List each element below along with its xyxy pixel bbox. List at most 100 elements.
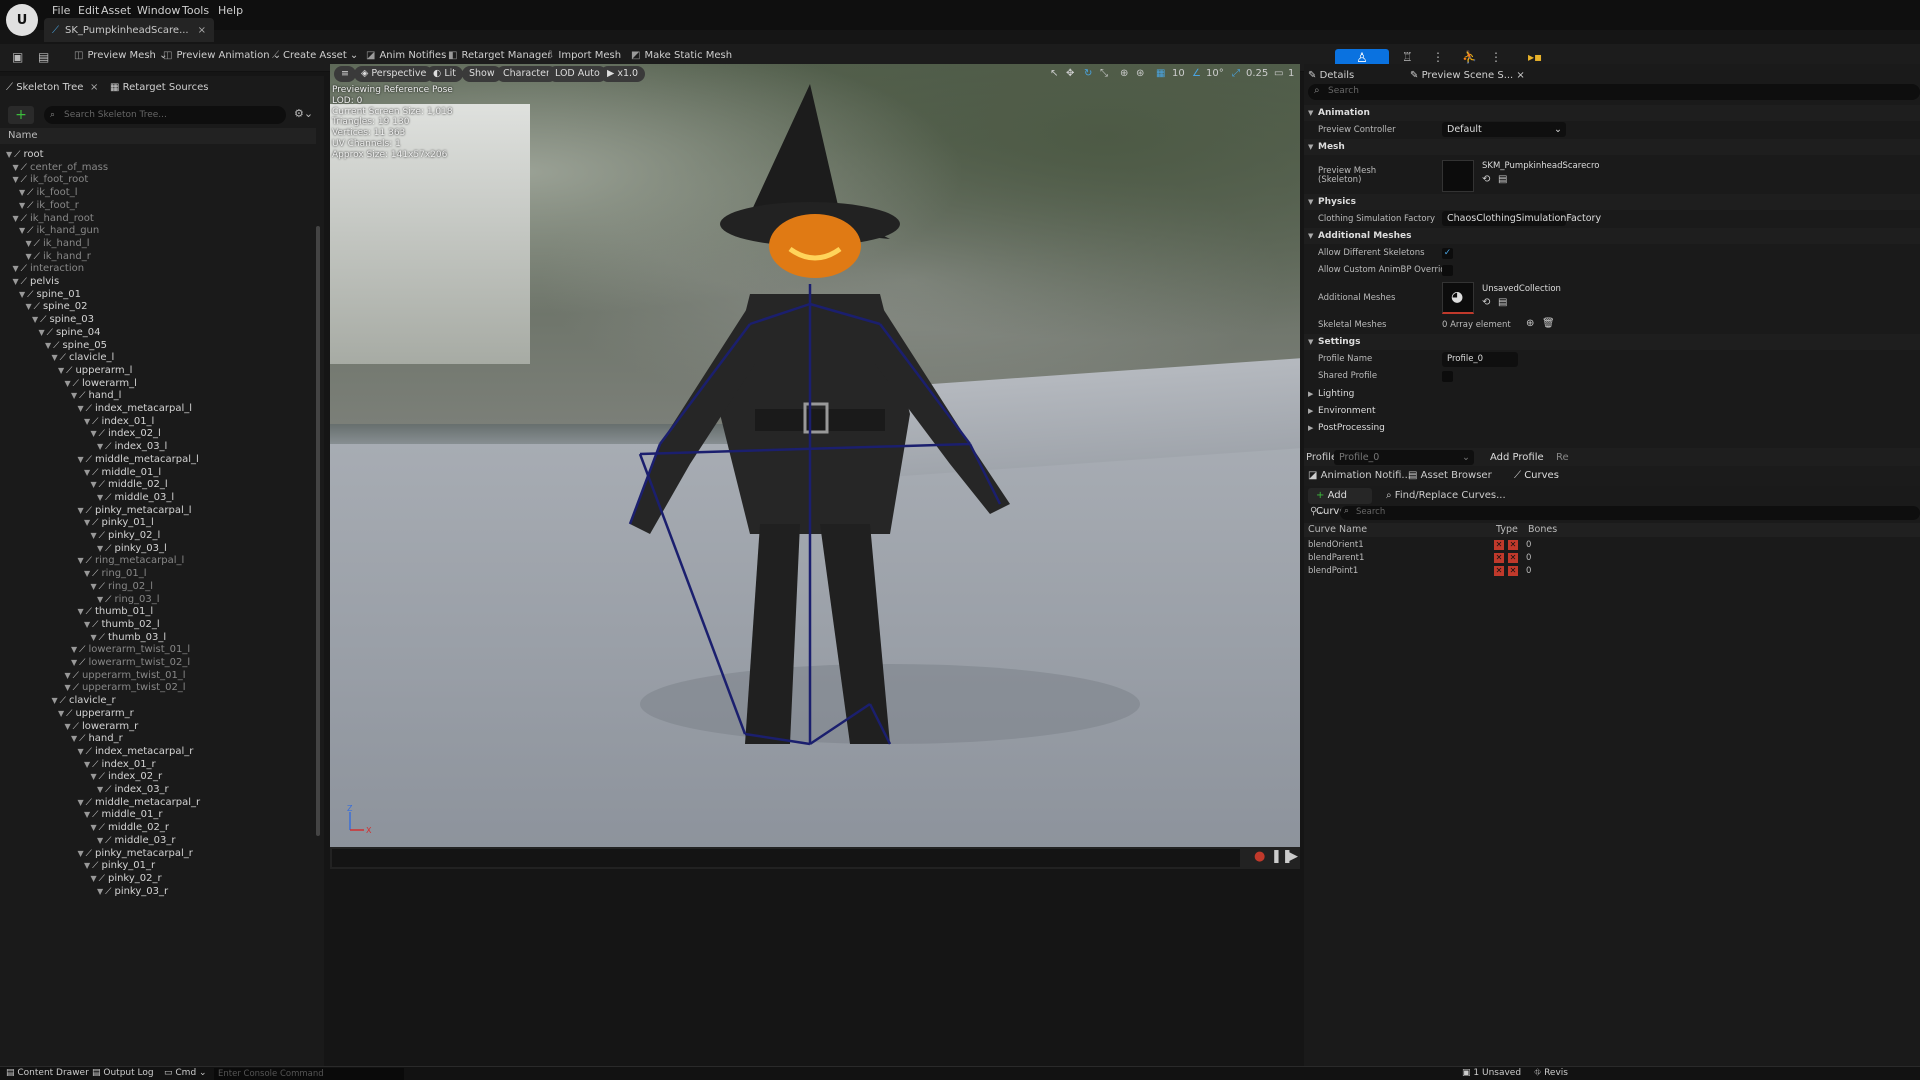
expand-arrow-icon[interactable]: ▼ [65,671,71,680]
expand-arrow-icon[interactable]: ▼ [13,175,19,184]
surface-snap-icon[interactable]: ⊛ [1136,68,1144,79]
browse-icon[interactable]: ▤ [38,50,49,64]
menu-tools[interactable]: Tools [182,4,209,17]
curve-row[interactable]: blendPoint1 ✕ ✕ 0 [1304,565,1920,578]
additional-meshes-thumbnail[interactable]: ◕ [1442,282,1474,314]
grid-value[interactable]: 10 [1172,68,1185,79]
allow-different-skeletons-checkbox[interactable]: ✓ [1442,248,1453,259]
expand-arrow-icon[interactable]: ▼ [84,861,90,870]
menu-file[interactable]: File [52,4,70,17]
expand-arrow-icon[interactable]: ▼ [13,264,19,273]
close-tab-icon[interactable]: × [198,25,206,36]
expand-arrow-icon[interactable]: ▼ [91,480,97,489]
output-log-button[interactable]: ▤ Output Log [92,1068,154,1078]
preview-viewport[interactable]: ≡ ◈ Perspective ◐ Lit Show Character LOD… [330,64,1300,847]
scale-value[interactable]: 0.25 [1246,68,1268,79]
expand-arrow-icon[interactable]: ▼ [71,645,77,654]
close-preview-scene-icon[interactable]: × [1516,70,1524,81]
rotate-icon[interactable]: ↻ [1084,68,1092,79]
section-mesh[interactable]: ▼ Mesh [1304,139,1920,155]
select-mode-icon[interactable]: ↖ [1050,68,1058,79]
perspective-button[interactable]: ◈ Perspective [354,66,434,82]
material-curve-icon[interactable]: ✕ [1508,566,1518,576]
skeleton-search-input[interactable]: ⌕ Search Skeleton Tree... [44,106,286,124]
camera-speed-icon[interactable]: ▭ [1274,68,1283,79]
expand-arrow-icon[interactable]: ▼ [58,366,64,375]
playback-speed-button[interactable]: ▶ x1.0 [600,66,646,82]
expand-arrow-icon[interactable]: ▼ [84,620,90,629]
settings-gear-icon[interactable]: ⚙⌄ [294,107,313,120]
expand-arrow-icon[interactable]: ▼ [78,747,84,756]
tree-scrollbar[interactable] [316,226,320,836]
expand-arrow-icon[interactable]: ▼ [97,887,103,896]
expand-arrow-icon[interactable]: ▼ [91,823,97,832]
expand-arrow-icon[interactable]: ▼ [65,683,71,692]
tab-retarget-sources[interactable]: ▦ Retarget Sources [110,82,208,93]
tab-curves[interactable]: ⟋ Curves [1514,470,1559,481]
expand-arrow-icon[interactable]: ▼ [84,810,90,819]
add-element-icon[interactable]: ⊕ [1526,318,1534,329]
expand-arrow-icon[interactable]: ▼ [97,442,103,451]
tab-preview-scene[interactable]: ✎ Preview Scene S... × [1410,70,1525,81]
expand-arrow-icon[interactable]: ▼ [65,379,71,388]
section-settings[interactable]: ▼ Settings [1304,334,1920,350]
allow-custom-animbp-checkbox[interactable] [1442,265,1453,276]
expand-arrow-icon[interactable]: ▼ [97,544,103,553]
expand-arrow-icon[interactable]: ▼ [13,277,19,286]
expand-arrow-icon[interactable]: ▼ [19,290,25,299]
tab-animation-notifies[interactable]: ◪ Animation Notifi... [1308,470,1411,481]
preview-animation-button[interactable]: ◫ Preview Animation ⌄ [163,50,281,61]
expand-arrow-icon[interactable]: ▼ [78,607,84,616]
delete-icon[interactable]: 🗑 [1542,318,1555,329]
anim-notifies-button[interactable]: ◪ Anim Notifies [366,50,446,61]
unsaved-indicator[interactable]: ▣ 1 Unsaved [1462,1068,1521,1078]
lod-button[interactable]: LOD Auto [548,66,607,82]
curve-row[interactable]: blendParent1 ✕ ✕ 0 [1304,552,1920,565]
expand-arrow-icon[interactable]: ▼ [19,226,25,235]
section-lighting[interactable]: ▶ Lighting [1304,386,1920,402]
tab-asset-browser[interactable]: ▤ Asset Browser [1408,470,1492,481]
close-skeleton-tree-icon[interactable]: × [90,82,98,93]
retarget-manager-button[interactable]: ◧ Retarget Manager [448,50,552,61]
expand-arrow-icon[interactable]: ▼ [84,468,90,477]
material-curve-icon[interactable]: ✕ [1508,553,1518,563]
expand-arrow-icon[interactable]: ▼ [65,722,71,731]
expand-arrow-icon[interactable]: ▼ [91,531,97,540]
expand-arrow-icon[interactable]: ▼ [6,150,12,159]
morph-target-icon[interactable]: ✕ [1494,553,1504,563]
expand-arrow-icon[interactable]: ▼ [13,214,19,223]
tab-skeleton-tree[interactable]: ⟋ Skeleton Tree [6,82,83,93]
use-selected-icon[interactable]: ⟲ [1482,174,1490,185]
expand-arrow-icon[interactable]: ▼ [78,404,84,413]
preview-controller-dropdown[interactable]: Default ⌄ [1442,122,1566,137]
bone-tree-row[interactable]: ▼ ⟋ pinky_03_r [97,884,168,900]
revision-control-button[interactable]: ⛗ Revis [1534,1068,1568,1078]
curve-name-header[interactable]: Curve Name [1308,524,1367,535]
expand-arrow-icon[interactable]: ▼ [45,341,51,350]
expand-arrow-icon[interactable]: ▼ [78,798,84,807]
step-forward-icon[interactable]: ▶ [1288,849,1298,864]
preview-mesh-value[interactable]: SKM_PumpkinheadScarecro [1482,161,1599,171]
expand-arrow-icon[interactable]: ▼ [32,315,38,324]
expand-arrow-icon[interactable]: ▼ [97,836,103,845]
lit-button[interactable]: ◐ Lit [426,66,463,82]
import-mesh-button[interactable]: ⇩ Import Mesh [546,50,621,61]
curve-row[interactable]: blendOrient1 ✕ ✕ 0 [1304,539,1920,552]
unreal-logo-icon[interactable]: U [6,4,38,36]
expand-arrow-icon[interactable]: ▼ [78,556,84,565]
morph-target-icon[interactable]: ✕ [1494,566,1504,576]
details-search-input[interactable]: ⌕ Search [1308,84,1920,100]
world-space-icon[interactable]: ⊕ [1120,68,1128,79]
expand-arrow-icon[interactable]: ▼ [26,252,32,261]
timeline-scrubber[interactable] [332,849,1240,867]
morph-target-icon[interactable]: ✕ [1494,540,1504,550]
section-animation[interactable]: ▼ Animation [1304,105,1920,121]
more-options-icon[interactable]: ⋮ [1432,50,1444,64]
curve-search-input[interactable]: ⌕ Search [1340,506,1920,520]
preview-mesh-button[interactable]: ◫ Preview Mesh ⌄ [74,50,167,61]
create-asset-button[interactable]: ⟋ Create Asset ⌄ [272,50,358,61]
filter-icon[interactable]: ⚲⌄ [1310,506,1326,517]
unsaved-collection-value[interactable]: UnsavedCollection [1482,284,1561,294]
scale-icon[interactable]: ⤡ [1100,68,1108,79]
translate-icon[interactable]: ✥ [1066,68,1074,79]
